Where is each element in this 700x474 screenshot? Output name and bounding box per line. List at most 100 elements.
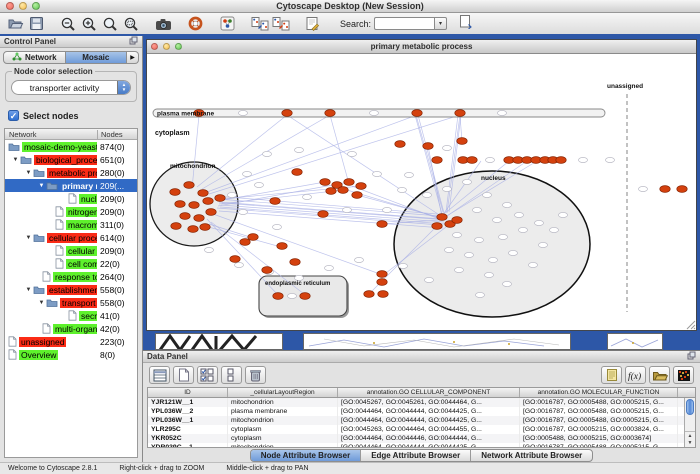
tree-row-mosaic-demo-yeast[interactable]: mosaic-demo-yeast874(0) (5, 140, 137, 153)
network-node[interactable] (262, 267, 272, 274)
table-cell[interactable]: [GO:0016787, GO:0005215, GO:0003824, G..… (520, 425, 678, 434)
network-node[interactable] (170, 189, 180, 196)
network-node[interactable] (473, 207, 482, 212)
network-node[interactable] (239, 209, 248, 214)
network-node[interactable] (398, 187, 407, 192)
column-header[interactable]: ID (148, 388, 228, 397)
network-node[interactable] (194, 215, 204, 222)
table-row[interactable]: YJR121W__1mitochondrion[GO:0045267, GO:0… (148, 398, 695, 407)
export-network-icon[interactable] (270, 14, 291, 33)
tree-row-biological-process[interactable]: ▼biological_process651(0) (5, 153, 137, 166)
table-cell[interactable]: YKR052C (148, 434, 228, 443)
network-node[interactable] (550, 227, 559, 232)
tree-expand-arrow[interactable]: ▼ (37, 183, 46, 189)
network-node[interactable] (377, 271, 387, 278)
table-cell[interactable]: [GO:0016787, GO:0005488, GO:0005215, G..… (520, 407, 678, 416)
network-node[interactable] (270, 198, 280, 205)
network-node[interactable] (535, 220, 544, 225)
network-node[interactable] (171, 223, 181, 230)
zoom-window-button[interactable] (32, 2, 40, 10)
network-node[interactable] (239, 110, 248, 115)
network-node[interactable] (370, 110, 379, 115)
close-view-button[interactable] (151, 43, 158, 50)
network-node[interactable] (423, 192, 432, 197)
tree-expand-arrow[interactable]: ▼ (24, 287, 33, 293)
tree-row-establishment-of-lo[interactable]: ▼establishment of lo558(0) (5, 283, 137, 296)
select-nodes-checkbox[interactable]: ✓ (8, 110, 19, 121)
network-node[interactable] (318, 211, 328, 218)
network-node[interactable] (175, 201, 185, 208)
table-cell[interactable]: [GO:0016787, GO:0005488, GO:0005215, G..… (520, 398, 678, 407)
zoom-in-icon[interactable] (79, 14, 100, 33)
network-node[interactable] (189, 202, 199, 209)
network-node[interactable] (235, 262, 244, 267)
tree-row-metabolic-process[interactable]: ▼metabolic process280(0) (5, 166, 137, 179)
tab-mosaic[interactable]: Mosaic (66, 51, 128, 64)
table-cell[interactable]: YPL036W__2 (148, 407, 228, 416)
node-color-dropdown[interactable]: transporter activity ▲▼ (11, 80, 131, 95)
tree-row-primary-metabo[interactable]: ▼primary metabo209(... (5, 179, 137, 192)
attribute-notes-icon[interactable] (601, 366, 622, 384)
tree-row-multi-organism-pro[interactable]: multi-organism pro42(0) (5, 322, 137, 335)
network-node[interactable] (338, 187, 348, 194)
scrollbar-arrows[interactable]: ▲▼ (685, 431, 695, 447)
minimize-window-button[interactable] (19, 2, 27, 10)
network-node[interactable] (377, 279, 387, 286)
network-node[interactable] (443, 186, 452, 191)
table-cell[interactable]: [GO:0016787, GO:0005488, GO:0005215, G..… (520, 443, 678, 448)
network-node[interactable] (425, 277, 434, 282)
network-node[interactable] (255, 182, 264, 187)
network-node[interactable] (493, 217, 502, 222)
network-node[interactable] (467, 157, 477, 164)
network-node[interactable] (200, 224, 210, 231)
network-node[interactable] (465, 252, 474, 257)
tree-expand-arrow[interactable]: ▼ (11, 157, 20, 163)
network-node[interactable] (240, 239, 250, 246)
network-node[interactable] (475, 237, 484, 242)
import-network-icon[interactable] (249, 14, 270, 33)
tab-network[interactable]: Network (3, 51, 66, 64)
unselect-attributes-icon[interactable] (221, 366, 242, 384)
network-node[interactable] (228, 192, 237, 197)
more-tabs-button[interactable]: ▶ (127, 51, 139, 64)
network-node[interactable] (205, 247, 214, 252)
table-mode-icon[interactable] (149, 366, 170, 384)
network-node[interactable] (352, 192, 362, 199)
attribute-matrix-icon[interactable] (673, 366, 694, 384)
tree-row-secretion[interactable]: secretion41(0) (5, 309, 137, 322)
network-node[interactable] (180, 213, 190, 220)
network-node[interactable] (395, 141, 405, 148)
network-view-window[interactable]: primary metabolic process plasma membran… (146, 39, 697, 331)
table-row[interactable]: YLR295Ccytoplasm[GO:0045263, GO:0044464,… (148, 425, 695, 434)
network-node[interactable] (273, 293, 283, 300)
network-node[interactable] (188, 226, 198, 233)
search-input[interactable] (374, 17, 434, 30)
background-window[interactable] (607, 333, 663, 350)
table-row[interactable]: YDR039C__1mitochondrion[GO:0044464, GO:0… (148, 443, 695, 448)
network-node[interactable] (215, 195, 225, 202)
tree-expand-arrow[interactable]: ▼ (24, 170, 33, 176)
network-node[interactable] (203, 198, 213, 205)
annotation-icon[interactable] (302, 14, 323, 33)
network-node[interactable] (343, 207, 352, 212)
tree-row-overview[interactable]: Overview8(0) (5, 348, 137, 361)
tree-expand-arrow[interactable]: ▼ (37, 300, 46, 306)
network-node[interactable] (243, 171, 252, 176)
network-node[interactable] (303, 194, 312, 199)
tab-network-attribute-browser[interactable]: Network Attribute Browser (471, 450, 592, 461)
table-cell[interactable]: cytoplasm (228, 425, 338, 434)
network-node[interactable] (476, 292, 485, 297)
table-scrollbar[interactable]: ▲▼ (684, 398, 695, 447)
tree-row-cell-communicat[interactable]: cell communicat22(0) (5, 257, 137, 270)
network-view-titlebar[interactable]: primary metabolic process (147, 40, 696, 54)
network-node[interactable] (519, 227, 528, 232)
zoom-view-button[interactable] (175, 43, 182, 50)
network-node[interactable] (184, 182, 194, 189)
help-icon[interactable] (185, 14, 206, 33)
tree-expand-arrow[interactable]: ▼ (24, 235, 33, 241)
network-node[interactable] (509, 250, 518, 255)
network-node[interactable] (453, 232, 462, 237)
tree-row-macromolecule[interactable]: macromolecule311(0) (5, 218, 137, 231)
network-node[interactable] (503, 281, 512, 286)
resize-grip-icon[interactable] (686, 320, 696, 330)
